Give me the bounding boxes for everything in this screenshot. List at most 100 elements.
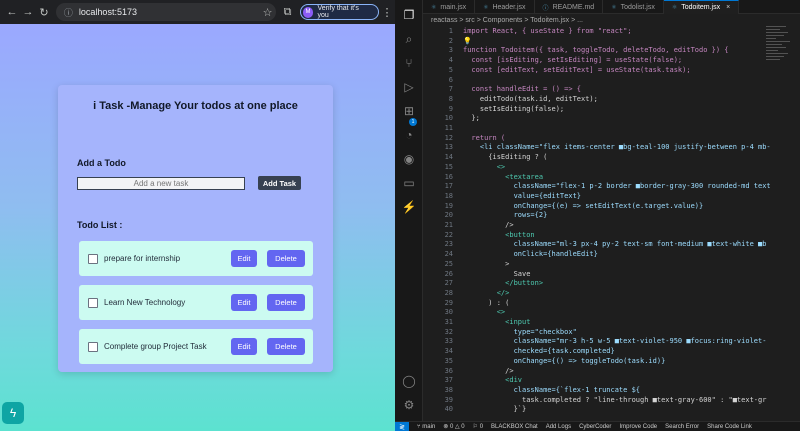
code-text: <button (463, 230, 535, 239)
code-text: <div (463, 376, 523, 385)
code-text: onChange={(e) => setEditText(e.target.va… (463, 201, 704, 210)
code-line[interactable]: 21 /> (423, 220, 800, 230)
address-bar[interactable]: ⓘ localhost:5173 ☆ (55, 3, 276, 21)
code-line[interactable]: 25 > (423, 259, 800, 269)
tab-readme-md[interactable]: ⓘ README.md (535, 0, 604, 14)
source-control-icon[interactable]: ⑂ (400, 54, 418, 72)
back-icon[interactable]: ← (4, 6, 20, 18)
blackbox-icon[interactable]: ⚡ (400, 198, 418, 216)
code-line[interactable]: 22 <button (423, 230, 800, 240)
tab-todoitem-jsx[interactable]: ⚛ Todoitem.jsx × (663, 0, 740, 14)
breadcrumb[interactable]: reactass > src > Components > Todoitem.j… (423, 14, 800, 26)
settings-gear-icon[interactable]: ⚙ (400, 396, 418, 414)
extension-logo-icon[interactable]: ϟ (2, 402, 24, 424)
code-line[interactable]: 38 className={`flex-1 truncate ${ (423, 385, 800, 395)
new-task-input[interactable] (77, 177, 245, 190)
code-line[interactable]: 17 className="flex-1 p-2 border ■border-… (423, 181, 800, 191)
site-info-icon[interactable]: ⓘ (64, 6, 73, 19)
code-line[interactable]: 28 </> (423, 288, 800, 298)
status-cybercoder[interactable]: CyberCoder (579, 424, 611, 430)
code-line[interactable]: 32 type="checkbox" (423, 327, 800, 337)
code-line[interactable]: 24 onClick={handleEdit} (423, 249, 800, 259)
code-line[interactable]: 37 <div (423, 375, 800, 385)
delete-button[interactable]: Delete (267, 294, 305, 311)
status-blackbox-chat[interactable]: BLACKBOX Chat (491, 424, 538, 430)
code-line[interactable]: 16 <textarea (423, 172, 800, 182)
browser-menu-icon[interactable]: ⋮ (379, 6, 395, 19)
code-line[interactable]: 23 className="ml-3 px-4 py-2 text-sm fon… (423, 239, 800, 249)
line-number: 13 (444, 143, 453, 152)
react-file-icon: ⚛ (483, 4, 489, 11)
edge-icon[interactable]: ◔ (400, 126, 418, 144)
reload-icon[interactable]: ↻ (36, 6, 52, 19)
verify-profile-button[interactable]: M Verify that it's you (299, 4, 380, 20)
code-line[interactable]: 14 {isEditing ? ( (423, 152, 800, 162)
code-line[interactable]: 34 checked={task.completed} (423, 346, 800, 356)
code-line[interactable]: 40 }`} (423, 404, 800, 414)
add-task-button[interactable]: Add Task (258, 176, 301, 190)
code-line[interactable]: 15 <> (423, 162, 800, 172)
extensions-icon[interactable]: ⊞ (400, 102, 418, 120)
code-line[interactable]: 3 function Todoitem({ task, toggleTodo, d… (423, 45, 800, 55)
code-line[interactable]: 27 </button> (423, 278, 800, 288)
code-text: function Todoitem({ task, toggleTodo, de… (463, 46, 729, 55)
status-add-logs[interactable]: Add Logs (546, 424, 571, 430)
account-icon[interactable]: ◯ (400, 372, 418, 390)
chat-icon[interactable]: ▭ (400, 174, 418, 192)
line-number: 7 (448, 85, 453, 94)
delete-button[interactable]: Delete (267, 250, 305, 267)
remote-icon[interactable]: ≷ (395, 421, 409, 431)
code-line[interactable]: 1 import React, { useState } from "react"… (423, 26, 800, 36)
search-icon[interactable]: ⌕ (400, 30, 418, 48)
edit-button[interactable]: Edit (231, 294, 257, 311)
code-line[interactable]: 36 /> (423, 366, 800, 376)
app-title: i Task -Manage Your todos at one place (93, 100, 298, 112)
code-line[interactable]: 39 task.completed ? "line-through ■text-… (423, 395, 800, 405)
delete-button[interactable]: Delete (267, 338, 305, 355)
code-line[interactable]: 9 setIsEditing(false); (423, 104, 800, 114)
code-line[interactable]: 10 }; (423, 113, 800, 123)
code-line[interactable]: 13 <li className="flex items-center ■bg-… (423, 142, 800, 152)
code-line[interactable]: 5 const [editText, setEditText] = useSta… (423, 65, 800, 75)
code-line[interactable]: 29 ) : ( (423, 298, 800, 308)
code-line[interactable]: 20 rows={2} (423, 210, 800, 220)
todo-checkbox[interactable] (88, 341, 98, 352)
branch-status[interactable]: ⑂ main (417, 424, 435, 430)
code-line[interactable]: 8 editTodo(task.id, editText); (423, 94, 800, 104)
code-line[interactable]: 6 (423, 75, 800, 85)
code-line[interactable]: 35 onChange={() => toggleTodo(task.id)} (423, 356, 800, 366)
code-line[interactable]: 7 const handleEdit = () => { (423, 84, 800, 94)
github-icon[interactable]: ◉ (400, 150, 418, 168)
forward-icon[interactable]: → (20, 6, 36, 18)
code-line[interactable]: 4 const [isEditing, setIsEditing] = useS… (423, 55, 800, 65)
close-tab-icon[interactable]: × (726, 4, 730, 11)
code-line[interactable]: 19 onChange={(e) => setEditText(e.target… (423, 201, 800, 211)
code-line[interactable]: 31 <input (423, 317, 800, 327)
edit-button[interactable]: Edit (231, 338, 257, 355)
status-improve-code[interactable]: Improve Code (619, 424, 657, 430)
bookmark-star-icon[interactable]: ☆ (260, 6, 276, 19)
code-line[interactable]: 11 (423, 123, 800, 133)
status-search-error[interactable]: Search Error (665, 424, 699, 430)
run-debug-icon[interactable]: ▷ (400, 78, 418, 96)
code-line[interactable]: 30 <> (423, 307, 800, 317)
explorer-icon[interactable]: ❐ (400, 6, 418, 24)
code-line[interactable]: 26 Save (423, 269, 800, 279)
problems-status[interactable]: ⊗ 0 △ 0 (443, 423, 464, 430)
code-line[interactable]: 2 💡 (423, 36, 800, 46)
tab-header-jsx[interactable]: ⚛ Header.jsx (475, 0, 535, 14)
minimap[interactable] (766, 26, 792, 86)
todo-checkbox[interactable] (88, 297, 98, 308)
todo-checkbox[interactable] (88, 253, 98, 264)
code-line[interactable]: 18 value={editText} (423, 191, 800, 201)
code-editor[interactable]: 1 import React, { useState } from "react"… (423, 26, 800, 421)
code-line[interactable]: 33 className="mr-3 h-5 w-5 ■text-violet-… (423, 336, 800, 346)
edit-button[interactable]: Edit (231, 250, 257, 267)
extensions-icon[interactable]: ⧉ (280, 6, 296, 19)
tab-todolist-jsx[interactable]: ⚛ Todolist.jsx (603, 0, 664, 14)
code-line[interactable]: 12 return ( (423, 133, 800, 143)
tab-main-jsx[interactable]: ⚛ main.jsx (423, 0, 476, 14)
ports-status[interactable]: ⚐ 0 (473, 423, 483, 430)
line-number: 14 (444, 153, 453, 162)
status-share-code-link[interactable]: Share Code Link (707, 424, 752, 430)
